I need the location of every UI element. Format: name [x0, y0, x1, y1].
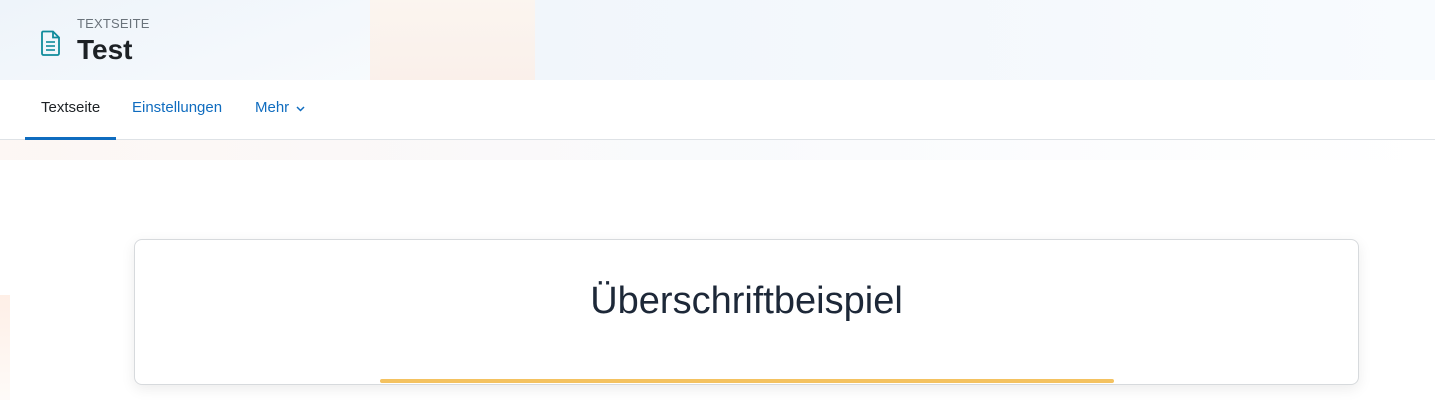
- chevron-down-icon: [296, 80, 305, 136]
- tab-label: Mehr: [255, 99, 290, 116]
- tab-textseite[interactable]: Textseite: [25, 80, 117, 140]
- tab-label: Textseite: [41, 99, 101, 116]
- tab-mehr-dropdown[interactable]: Mehr: [239, 80, 321, 140]
- page-header: TEXTSEITE Test: [0, 0, 1435, 80]
- tab-label: Einstellungen: [132, 99, 223, 116]
- heading-accent-line: [380, 379, 1114, 383]
- page-title: Test: [77, 34, 133, 65]
- page-type-label: TEXTSEITE: [77, 16, 150, 31]
- content-heading: Überschriftbeispiel: [590, 280, 903, 322]
- document-icon: [40, 30, 62, 56]
- tab-einstellungen[interactable]: Einstellungen: [116, 80, 238, 140]
- secondary-navigation: Textseite Einstellungen Mehr: [0, 80, 1435, 140]
- heading-card: Überschriftbeispiel: [134, 239, 1359, 385]
